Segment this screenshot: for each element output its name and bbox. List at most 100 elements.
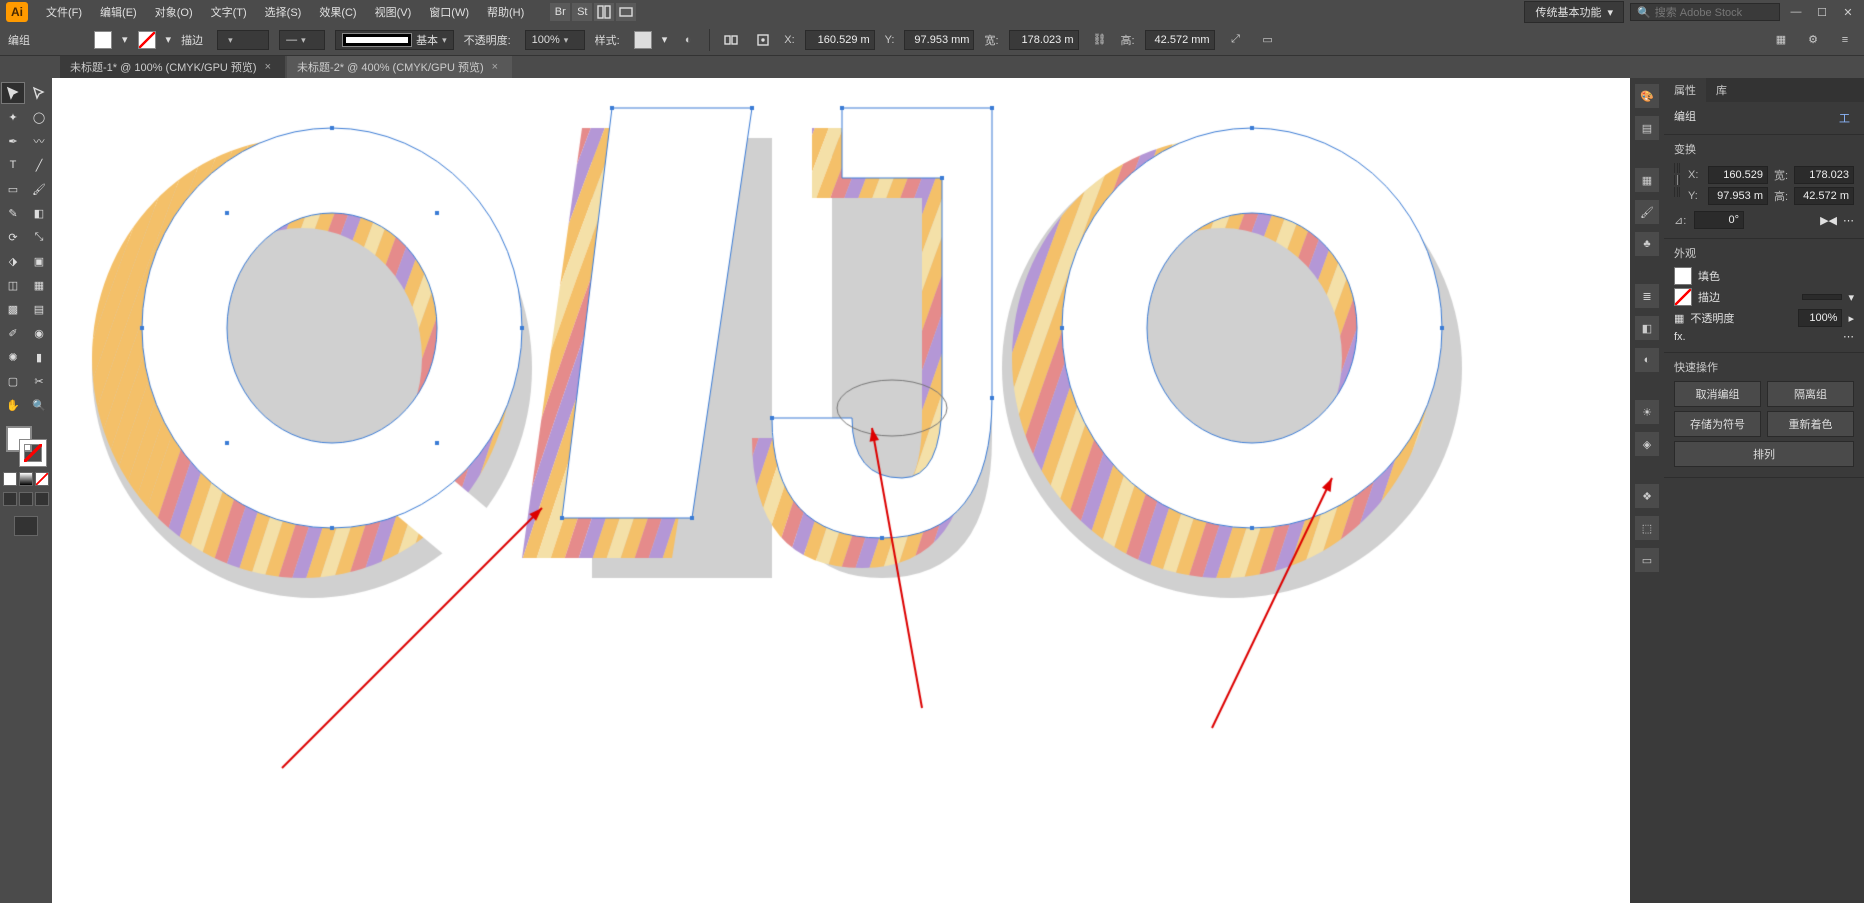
tool-rotate[interactable]: ⟳ xyxy=(1,226,25,248)
btn-save-symbol[interactable]: 存储为符号 xyxy=(1674,411,1761,437)
tool-blend[interactable]: ◉ xyxy=(27,322,51,344)
workspace-switcher[interactable]: 传统基本功能▾ xyxy=(1524,1,1624,23)
tool-mesh[interactable]: ▩ xyxy=(1,298,25,320)
link-wh-icon[interactable]: ⛓ xyxy=(1089,29,1111,51)
fill-swatch[interactable] xyxy=(94,31,112,49)
window-maximize[interactable]: ☐ xyxy=(1812,3,1832,21)
tool-pen[interactable]: ✒ xyxy=(1,130,25,152)
tool-hand[interactable]: ✋ xyxy=(1,394,25,416)
menu-help[interactable]: 帮助(H) xyxy=(479,1,532,23)
prefs-icon[interactable]: ⚙ xyxy=(1802,29,1824,51)
dock-symbols-icon[interactable]: ♣ xyxy=(1635,232,1659,256)
screen-mode[interactable] xyxy=(14,516,38,536)
tool-slice[interactable]: ✂ xyxy=(27,370,51,392)
menu-select[interactable]: 选择(S) xyxy=(257,1,310,23)
tool-selection[interactable] xyxy=(1,82,25,104)
canvas-area[interactable] xyxy=(52,78,1630,903)
tool-shape-builder[interactable]: ◫ xyxy=(1,274,25,296)
dock-asset-export-icon[interactable]: ⬚ xyxy=(1635,516,1659,540)
color-mode-gradient[interactable] xyxy=(19,472,33,486)
prop-angle-field[interactable]: 0° xyxy=(1694,211,1744,229)
btn-ungroup[interactable]: 取消编组 xyxy=(1674,381,1761,407)
btn-isolate[interactable]: 隔离组 xyxy=(1767,381,1854,407)
panel-tab-properties[interactable]: 属性 xyxy=(1664,78,1706,102)
menu-file[interactable]: 文件(F) xyxy=(38,1,90,23)
tool-magic-wand[interactable]: ✦ xyxy=(1,106,25,128)
style-dropdown-icon[interactable]: ▾ xyxy=(662,33,668,46)
menu-window[interactable]: 窗口(W) xyxy=(421,1,477,23)
draw-normal[interactable] xyxy=(3,492,17,506)
control-menu-icon[interactable]: ≡ xyxy=(1834,29,1856,51)
color-mode-none[interactable] xyxy=(35,472,49,486)
graphic-style-swatch[interactable] xyxy=(634,31,652,49)
tool-width[interactable]: ⬗ xyxy=(1,250,25,272)
dock-layers-icon[interactable]: ❖ xyxy=(1635,484,1659,508)
prop-fx-label[interactable]: fx. xyxy=(1674,331,1686,343)
appearance-more-icon[interactable]: ⋯ xyxy=(1843,330,1854,343)
document-tab-1[interactable]: 未标题-1* @ 100% (CMYK/GPU 预览) × xyxy=(60,56,285,78)
artwork-canvas[interactable] xyxy=(52,78,1630,903)
dock-swatches-icon[interactable]: ▦ xyxy=(1635,168,1659,192)
prop-stroke-weight[interactable] xyxy=(1802,294,1842,300)
tool-curvature[interactable]: 〰 xyxy=(27,130,51,152)
dock-brushes-icon[interactable]: 🖌 xyxy=(1635,200,1659,224)
prop-w-field[interactable]: 178.023 xyxy=(1794,166,1854,184)
close-tab-icon[interactable]: × xyxy=(492,61,498,73)
dock-color-icon[interactable]: 🎨 xyxy=(1635,84,1659,108)
reference-point-widget[interactable] xyxy=(1674,163,1680,197)
menu-text[interactable]: 文字(T) xyxy=(203,1,255,23)
tool-direct-selection[interactable] xyxy=(27,82,51,104)
menu-effect[interactable]: 效果(C) xyxy=(311,1,364,23)
brush-definition[interactable]: 基本 xyxy=(335,30,454,50)
tool-symbol-sprayer[interactable]: ✺ xyxy=(1,346,25,368)
tool-column-graph[interactable]: ▮ xyxy=(27,346,51,368)
window-close[interactable]: ✕ xyxy=(1838,3,1858,21)
dock-gradient-icon[interactable]: ◧ xyxy=(1635,316,1659,340)
stroke-weight-stepper[interactable]: ▾ xyxy=(1848,291,1854,304)
prop-y-field[interactable]: 97.953 m xyxy=(1708,187,1768,205)
y-field[interactable]: 97.953 mm xyxy=(904,30,974,50)
opacity-field[interactable]: 100% xyxy=(525,30,585,50)
prop-stroke-swatch[interactable] xyxy=(1674,288,1692,306)
tool-free-transform[interactable]: ▣ xyxy=(27,250,51,272)
stroke-box[interactable] xyxy=(20,440,46,466)
transform-ref-icon[interactable] xyxy=(752,29,774,51)
dock-artboards-icon[interactable]: ▭ xyxy=(1635,548,1659,572)
tool-line[interactable]: ╱ xyxy=(27,154,51,176)
doc-setup-icon[interactable]: ▦ xyxy=(1770,29,1792,51)
menu-view[interactable]: 视图(V) xyxy=(367,1,420,23)
panel-tab-libraries[interactable]: 库 xyxy=(1706,78,1737,102)
gpu-icon[interactable] xyxy=(616,3,636,21)
flip-h-icon[interactable]: ▶◀ xyxy=(1820,214,1837,227)
tool-scale[interactable]: ⤡ xyxy=(27,226,51,248)
tool-paintbrush[interactable]: 🖌 xyxy=(27,178,51,200)
bridge-icon[interactable]: Br xyxy=(550,3,570,21)
tool-zoom[interactable]: 🔍 xyxy=(27,394,51,416)
draw-behind[interactable] xyxy=(19,492,33,506)
tool-rectangle[interactable]: ▭ xyxy=(1,178,25,200)
prop-opacity-field[interactable]: 100% xyxy=(1798,309,1842,327)
tool-lasso[interactable]: ◯ xyxy=(27,106,51,128)
arrange-docs-icon[interactable] xyxy=(594,3,614,21)
document-tab-2[interactable]: 未标题-2* @ 400% (CMYK/GPU 预览) × xyxy=(287,56,512,78)
recolor-icon[interactable]: ◐ xyxy=(677,29,699,51)
prop-h-field[interactable]: 42.572 m xyxy=(1794,187,1854,205)
align-icon[interactable] xyxy=(720,29,742,51)
dock-transparency-icon[interactable]: ◐ xyxy=(1635,348,1659,372)
tool-artboard[interactable]: ▢ xyxy=(1,370,25,392)
window-minimize[interactable]: — xyxy=(1786,3,1806,21)
btn-arrange[interactable]: 排列 xyxy=(1674,441,1854,467)
w-field[interactable]: 178.023 m xyxy=(1009,30,1079,50)
shape-props-icon[interactable]: ▭ xyxy=(1257,29,1279,51)
variable-width-profile[interactable]: — xyxy=(279,30,325,50)
prop-fill-swatch[interactable] xyxy=(1674,267,1692,285)
tool-shaper[interactable]: ✎ xyxy=(1,202,25,224)
fill-stroke-control[interactable] xyxy=(6,426,46,466)
fill-dropdown-icon[interactable]: ▾ xyxy=(122,33,128,46)
stroke-weight-field[interactable] xyxy=(217,30,269,50)
transform-each-icon[interactable]: ⤢ xyxy=(1225,29,1247,51)
draw-inside[interactable] xyxy=(35,492,49,506)
prop-x-field[interactable]: 160.529 xyxy=(1708,166,1768,184)
rotate-options-icon[interactable]: ⋯ xyxy=(1843,214,1854,227)
menu-object[interactable]: 对象(O) xyxy=(147,1,201,23)
